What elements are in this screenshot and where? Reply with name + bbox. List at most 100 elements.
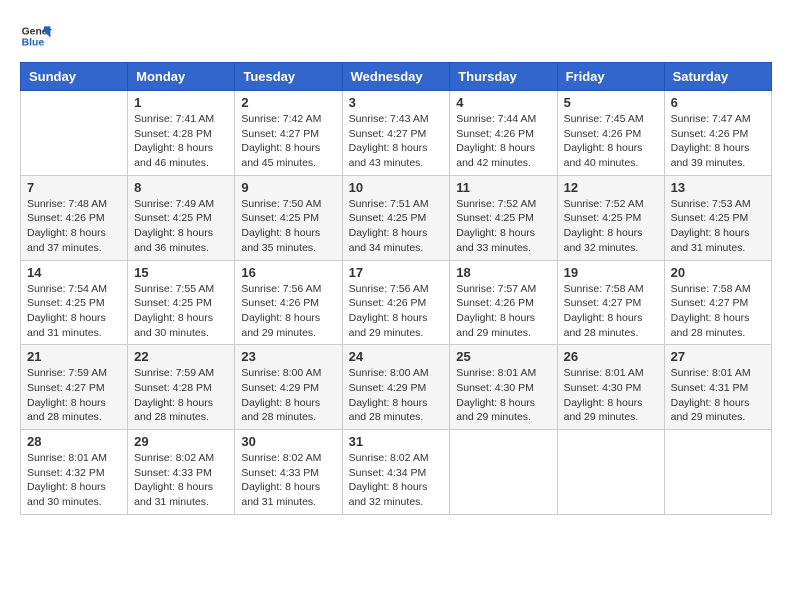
day-number: 29 [134,434,228,449]
calendar-cell: 24 Sunrise: 8:00 AM Sunset: 4:29 PM Dayli… [342,345,450,430]
weekday-header-sunday: Sunday [21,63,128,91]
svg-text:Blue: Blue [22,38,45,49]
day-number: 15 [134,265,228,280]
day-info: Sunrise: 7:58 AM Sunset: 4:27 PM Dayligh… [564,282,658,341]
calendar-header-row: SundayMondayTuesdayWednesdayThursdayFrid… [21,63,772,91]
weekday-header-tuesday: Tuesday [235,63,342,91]
calendar-week-row: 14 Sunrise: 7:54 AM Sunset: 4:25 PM Dayli… [21,260,772,345]
day-number: 2 [241,95,335,110]
calendar-table: SundayMondayTuesdayWednesdayThursdayFrid… [20,62,772,515]
calendar-cell: 6Sunrise: 7:47 AM Sunset: 4:26 PM Daylig… [664,91,771,176]
calendar-cell [21,91,128,176]
calendar-week-row: 21 Sunrise: 7:59 AM Sunset: 4:27 PM Dayli… [21,345,772,430]
calendar-cell: 19 Sunrise: 7:58 AM Sunset: 4:27 PM Dayli… [557,260,664,345]
weekday-header-monday: Monday [128,63,235,91]
calendar-cell: 5 Sunrise: 7:45 AM Sunset: 4:26 PM Daylig… [557,91,664,176]
day-info: Sunrise: 8:00 AM Sunset: 4:29 PM Dayligh… [349,366,444,425]
calendar-cell: 9 Sunrise: 7:50 AM Sunset: 4:25 PM Daylig… [235,175,342,260]
calendar-cell [450,430,557,515]
day-info: Sunrise: 7:44 AM Sunset: 4:26 PM Dayligh… [456,112,550,171]
weekday-header-wednesday: Wednesday [342,63,450,91]
day-number: 22 [134,349,228,364]
day-info: Sunrise: 8:02 AM Sunset: 4:33 PM Dayligh… [241,451,335,510]
day-info: Sunrise: 7:42 AM Sunset: 4:27 PM Dayligh… [241,112,335,171]
day-number: 16 [241,265,335,280]
calendar-cell: 1 Sunrise: 7:41 AM Sunset: 4:28 PM Daylig… [128,91,235,176]
day-number: 31 [349,434,444,449]
day-info: Sunrise: 7:52 AM Sunset: 4:25 PM Dayligh… [564,197,658,256]
day-number: 1 [134,95,228,110]
calendar-cell: 28 Sunrise: 8:01 AM Sunset: 4:32 PM Dayli… [21,430,128,515]
day-number: 11 [456,180,550,195]
day-info: Sunrise: 7:43 AM Sunset: 4:27 PM Dayligh… [349,112,444,171]
day-info: Sunrise: 7:41 AM Sunset: 4:28 PM Dayligh… [134,112,228,171]
day-info: Sunrise: 7:54 AM Sunset: 4:25 PM Dayligh… [27,282,121,341]
day-info: Sunrise: 7:49 AM Sunset: 4:25 PM Dayligh… [134,197,228,256]
calendar-cell: 31Sunrise: 8:02 AM Sunset: 4:34 PM Dayli… [342,430,450,515]
day-info: Sunrise: 8:01 AM Sunset: 4:32 PM Dayligh… [27,451,121,510]
calendar-cell: 21 Sunrise: 7:59 AM Sunset: 4:27 PM Dayli… [21,345,128,430]
calendar-cell: 16 Sunrise: 7:56 AM Sunset: 4:26 PM Dayli… [235,260,342,345]
calendar-cell: 30Sunrise: 8:02 AM Sunset: 4:33 PM Dayli… [235,430,342,515]
calendar-cell: 8Sunrise: 7:49 AM Sunset: 4:25 PM Daylig… [128,175,235,260]
day-number: 28 [27,434,121,449]
day-info: Sunrise: 8:02 AM Sunset: 4:33 PM Dayligh… [134,451,228,510]
calendar-cell: 29 Sunrise: 8:02 AM Sunset: 4:33 PM Dayli… [128,430,235,515]
calendar-cell: 14 Sunrise: 7:54 AM Sunset: 4:25 PM Dayli… [21,260,128,345]
calendar-week-row: 7Sunrise: 7:48 AM Sunset: 4:26 PM Daylig… [21,175,772,260]
calendar-cell: 23Sunrise: 8:00 AM Sunset: 4:29 PM Dayli… [235,345,342,430]
day-number: 10 [349,180,444,195]
calendar-cell [557,430,664,515]
day-number: 3 [349,95,444,110]
day-info: Sunrise: 7:56 AM Sunset: 4:26 PM Dayligh… [349,282,444,341]
calendar-cell: 3 Sunrise: 7:43 AM Sunset: 4:27 PM Daylig… [342,91,450,176]
logo-icon: General Blue [20,20,52,52]
day-number: 21 [27,349,121,364]
calendar-cell: 4 Sunrise: 7:44 AM Sunset: 4:26 PM Daylig… [450,91,557,176]
calendar-cell: 10 Sunrise: 7:51 AM Sunset: 4:25 PM Dayli… [342,175,450,260]
calendar-cell: 18 Sunrise: 7:57 AM Sunset: 4:26 PM Dayli… [450,260,557,345]
weekday-header-saturday: Saturday [664,63,771,91]
day-info: Sunrise: 7:47 AM Sunset: 4:26 PM Dayligh… [671,112,765,171]
calendar-cell: 7Sunrise: 7:48 AM Sunset: 4:26 PM Daylig… [21,175,128,260]
day-info: Sunrise: 7:59 AM Sunset: 4:28 PM Dayligh… [134,366,228,425]
calendar-cell [664,430,771,515]
day-info: Sunrise: 7:53 AM Sunset: 4:25 PM Dayligh… [671,197,765,256]
day-info: Sunrise: 7:58 AM Sunset: 4:27 PM Dayligh… [671,282,765,341]
day-number: 9 [241,180,335,195]
calendar-cell: 20 Sunrise: 7:58 AM Sunset: 4:27 PM Dayli… [664,260,771,345]
weekday-header-thursday: Thursday [450,63,557,91]
day-info: Sunrise: 7:48 AM Sunset: 4:26 PM Dayligh… [27,197,121,256]
weekday-header-friday: Friday [557,63,664,91]
day-number: 18 [456,265,550,280]
day-info: Sunrise: 7:56 AM Sunset: 4:26 PM Dayligh… [241,282,335,341]
day-number: 19 [564,265,658,280]
calendar-cell: 17 Sunrise: 7:56 AM Sunset: 4:26 PM Dayli… [342,260,450,345]
day-number: 14 [27,265,121,280]
calendar-cell: 2 Sunrise: 7:42 AM Sunset: 4:27 PM Daylig… [235,91,342,176]
day-info: Sunrise: 7:55 AM Sunset: 4:25 PM Dayligh… [134,282,228,341]
day-number: 12 [564,180,658,195]
day-number: 20 [671,265,765,280]
calendar-week-row: 1 Sunrise: 7:41 AM Sunset: 4:28 PM Daylig… [21,91,772,176]
day-number: 25 [456,349,550,364]
calendar-cell: 26Sunrise: 8:01 AM Sunset: 4:30 PM Dayli… [557,345,664,430]
calendar-cell: 13Sunrise: 7:53 AM Sunset: 4:25 PM Dayli… [664,175,771,260]
logo: General Blue [20,20,56,52]
day-info: Sunrise: 8:00 AM Sunset: 4:29 PM Dayligh… [241,366,335,425]
day-info: Sunrise: 7:51 AM Sunset: 4:25 PM Dayligh… [349,197,444,256]
day-number: 24 [349,349,444,364]
day-number: 17 [349,265,444,280]
day-info: Sunrise: 7:45 AM Sunset: 4:26 PM Dayligh… [564,112,658,171]
day-number: 26 [564,349,658,364]
day-info: Sunrise: 8:01 AM Sunset: 4:30 PM Dayligh… [456,366,550,425]
day-info: Sunrise: 7:59 AM Sunset: 4:27 PM Dayligh… [27,366,121,425]
calendar-cell: 25 Sunrise: 8:01 AM Sunset: 4:30 PM Dayli… [450,345,557,430]
calendar-cell: 12 Sunrise: 7:52 AM Sunset: 4:25 PM Dayli… [557,175,664,260]
day-info: Sunrise: 7:57 AM Sunset: 4:26 PM Dayligh… [456,282,550,341]
day-number: 5 [564,95,658,110]
page-header: General Blue [20,20,772,52]
day-info: Sunrise: 7:50 AM Sunset: 4:25 PM Dayligh… [241,197,335,256]
calendar-cell: 11Sunrise: 7:52 AM Sunset: 4:25 PM Dayli… [450,175,557,260]
day-number: 4 [456,95,550,110]
